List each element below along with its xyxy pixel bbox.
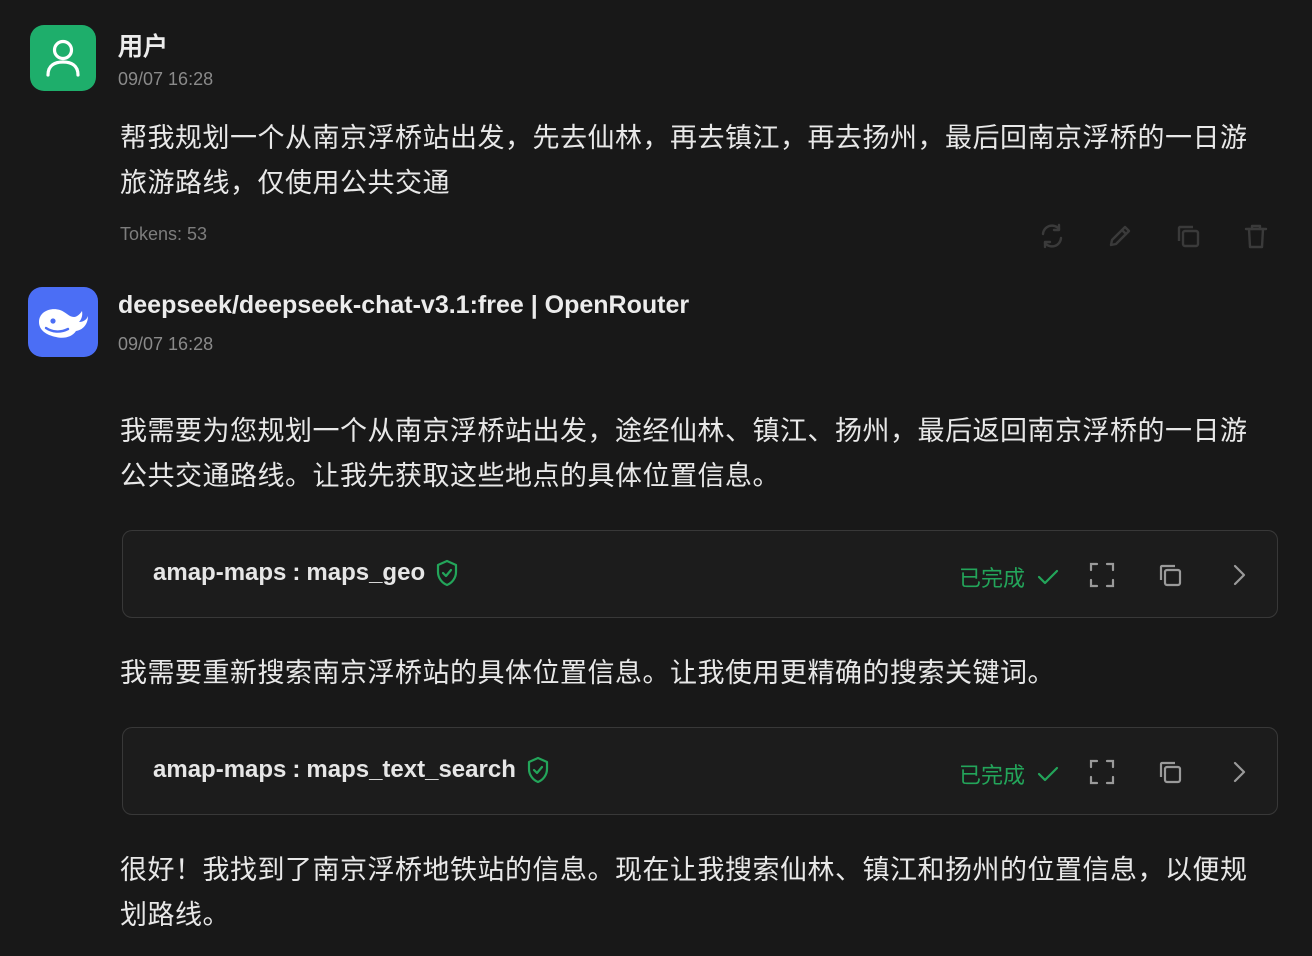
toggle-details-button[interactable] <box>1223 559 1255 591</box>
tool-server-name: amap-maps <box>153 756 287 783</box>
tool-call-title: amap-maps : maps_text_search <box>153 756 550 784</box>
regenerate-button[interactable] <box>1036 220 1068 252</box>
assistant-text-line: 我需要为您规划一个从南京浮桥站出发，途经仙林、镇江、扬州，最后返回南京浮桥的一日… <box>120 416 1248 447</box>
tool-call-card[interactable]: amap-maps : maps_geo 已完成 <box>122 530 1278 618</box>
expand-button[interactable] <box>1086 559 1118 591</box>
shield-check-icon <box>526 756 550 784</box>
assistant-text-line: 公共交通路线。让我先获取这些地点的具体位置信息。 <box>120 461 780 492</box>
assistant-message-time: 09/07 16:28 <box>118 334 214 354</box>
user-icon <box>46 39 80 77</box>
assistant-text-line: 很好！我找到了南京浮桥地铁站的信息。现在让我搜索仙林、镇江和扬州的位置信息，以便… <box>120 855 1248 886</box>
tool-separator: : <box>292 559 301 586</box>
check-icon <box>1037 568 1059 586</box>
assistant-paragraph: 很好！我找到了南京浮桥地铁站的信息。现在让我搜索仙林、镇江和扬州的位置信息，以便… <box>120 848 1280 938</box>
tool-status: 已完成 <box>959 561 1059 593</box>
chevron-right-icon <box>1233 761 1246 783</box>
tool-status: 已完成 <box>959 758 1059 790</box>
chevron-right-icon <box>1233 564 1246 586</box>
user-avatar <box>30 25 96 91</box>
tool-server-name: amap-maps <box>153 559 287 586</box>
copy-icon <box>1177 225 1200 248</box>
tool-separator: : <box>292 756 301 783</box>
assistant-model-name: deepseek/deepseek-chat-v3.1:free | OpenR… <box>118 291 690 319</box>
token-count: Tokens: 53 <box>120 224 208 244</box>
assistant-avatar <box>28 287 98 357</box>
expand-button[interactable] <box>1086 756 1118 788</box>
assistant-paragraph: 我需要重新搜索南京浮桥站的具体位置信息。让我使用更精确的搜索关键词。 <box>120 658 1055 689</box>
shield-check-icon <box>435 559 459 587</box>
user-message-text: 帮我规划一个从南京浮桥站出发，先去仙林，再去镇江，再去扬州，最后回南京浮桥的一日… <box>120 116 1280 206</box>
tool-function-name: maps_text_search <box>306 756 516 783</box>
check-icon <box>1037 765 1059 783</box>
fullscreen-icon <box>1089 759 1115 785</box>
edit-icon <box>1109 225 1131 247</box>
fullscreen-icon <box>1089 562 1115 588</box>
delete-icon <box>1244 224 1268 249</box>
user-text-line: 旅游路线，仅使用公共交通 <box>120 168 450 199</box>
edit-button[interactable] <box>1104 220 1136 252</box>
assistant-text-line: 划路线。 <box>120 900 230 931</box>
whale-logo-icon <box>39 309 88 338</box>
copy-result-button[interactable] <box>1154 559 1186 591</box>
toggle-details-button[interactable] <box>1223 756 1255 788</box>
assistant-paragraph: 我需要为您规划一个从南京浮桥站出发，途经仙林、镇江、扬州，最后返回南京浮桥的一日… <box>120 409 1280 499</box>
copy-result-button[interactable] <box>1154 756 1186 788</box>
copy-icon <box>1159 564 1182 587</box>
status-label: 已完成 <box>959 567 1026 592</box>
refresh-icon <box>1041 223 1063 249</box>
tool-function-name: maps_geo <box>306 559 426 586</box>
tool-call-title: amap-maps : maps_geo <box>153 559 459 587</box>
delete-button[interactable] <box>1240 220 1272 252</box>
user-text-line: 帮我规划一个从南京浮桥站出发，先去仙林，再去镇江，再去扬州，最后回南京浮桥的一日… <box>120 123 1248 154</box>
user-sender-name: 用户 <box>118 33 169 61</box>
tool-call-card[interactable]: amap-maps : maps_text_search 已完成 <box>122 727 1278 815</box>
status-label: 已完成 <box>959 764 1026 789</box>
user-message-time: 09/07 16:28 <box>118 69 214 89</box>
copy-icon <box>1159 761 1182 784</box>
copy-button[interactable] <box>1172 220 1204 252</box>
